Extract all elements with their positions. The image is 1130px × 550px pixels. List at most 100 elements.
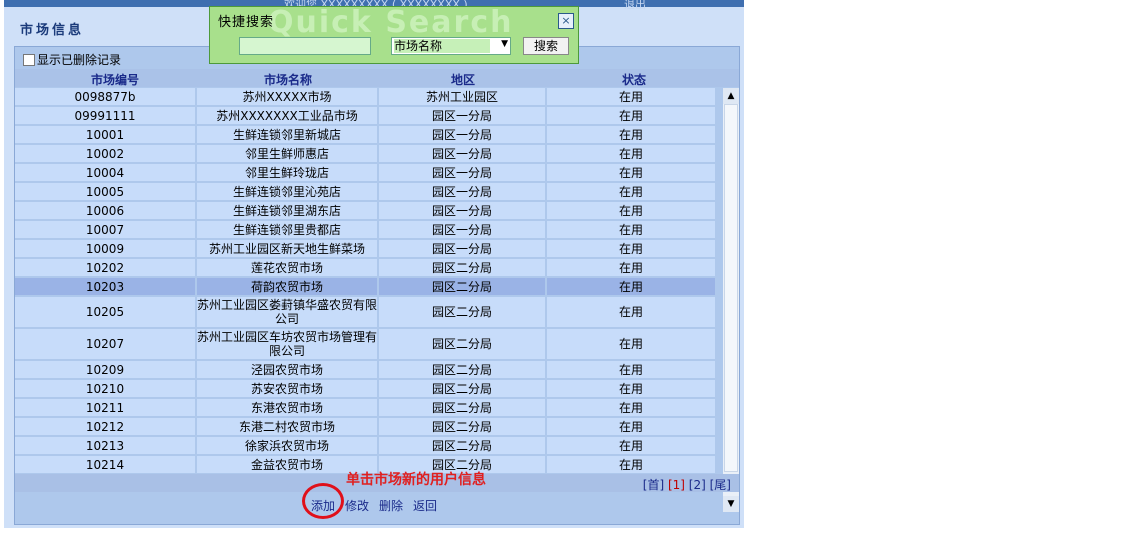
cell-market-id: 10212: [15, 418, 195, 435]
cell-status: 在用: [547, 329, 715, 359]
cell-status: 在用: [547, 418, 715, 435]
table-body: 0098877b 苏州XXXXX市场 苏州工业园区 在用 09991111 苏州XXXXX…: [15, 88, 723, 512]
logout-link[interactable]: 退出: [624, 0, 646, 12]
table-row[interactable]: 10202 莲花农贸市场 园区二分局 在用: [15, 259, 723, 276]
table-row[interactable]: 10209 泾园农贸市场 园区二分局 在用: [15, 361, 723, 378]
cell-market-id: 10211: [15, 399, 195, 416]
cell-status: 在用: [547, 221, 715, 238]
show-deleted-label: 显示已删除记录: [37, 53, 122, 67]
table-row[interactable]: 10005 生鲜连锁邻里沁苑店 园区一分局 在用: [15, 183, 723, 200]
table-header: 市场编号 市场名称 地区 状态: [15, 69, 739, 87]
cell-market-name: 苏安农贸市场: [197, 380, 377, 397]
cell-area: 苏州工业园区: [379, 88, 545, 105]
table-row[interactable]: 10213 徐家浜农贸市场 园区二分局 在用: [15, 437, 723, 454]
quick-search-watermark: Quick Search: [268, 5, 514, 40]
table-row[interactable]: 10004 邻里生鲜玲珑店 园区一分局 在用: [15, 164, 723, 181]
column-header-status[interactable]: 状态: [549, 71, 719, 88]
cell-area: 园区一分局: [379, 183, 545, 200]
table-row[interactable]: 10211 东港农贸市场 园区二分局 在用: [15, 399, 723, 416]
cell-area: 园区二分局: [379, 437, 545, 454]
cell-market-name: 邻里生鲜玲珑店: [197, 164, 377, 181]
cell-market-id: 10213: [15, 437, 195, 454]
quick-search-title: 快捷搜索: [218, 15, 275, 30]
cell-market-id: 10205: [15, 297, 195, 327]
pager-first[interactable]: [首]: [643, 478, 664, 492]
table-row[interactable]: 10009 苏州工业园区新天地生鲜菜场 园区一分局 在用: [15, 240, 723, 257]
cell-area: 园区一分局: [379, 202, 545, 219]
table-row[interactable]: 10205 苏州工业园区娄葑镇华盛农贸有限公司 园区二分局 在用: [15, 297, 723, 327]
scroll-down-arrow-icon[interactable]: ▼: [723, 496, 739, 512]
cell-status: 在用: [547, 202, 715, 219]
cell-market-name: 东港农贸市场: [197, 399, 377, 416]
cell-area: 园区二分局: [379, 380, 545, 397]
table-row[interactable]: 10006 生鲜连锁邻里湖东店 园区一分局 在用: [15, 202, 723, 219]
cell-market-id: 10007: [15, 221, 195, 238]
pager-page-1[interactable]: [1]: [668, 478, 685, 492]
cell-area: 园区二分局: [379, 418, 545, 435]
cell-market-name: 生鲜连锁邻里湖东店: [197, 202, 377, 219]
quick-search-dialog: Quick Search 快捷搜索 × 市场名称 ▼ 搜索: [209, 5, 579, 64]
cell-market-id: 10207: [15, 329, 195, 359]
cell-market-id: 10203: [15, 278, 195, 295]
quick-search-input[interactable]: [239, 37, 371, 55]
table-row[interactable]: 0098877b 苏州XXXXX市场 苏州工业园区 在用: [15, 88, 723, 105]
search-button[interactable]: 搜索: [523, 37, 569, 55]
cell-market-id: 09991111: [15, 107, 195, 124]
cell-market-id: 10209: [15, 361, 195, 378]
cell-status: 在用: [547, 259, 715, 276]
table-row[interactable]: 10212 东港二村农贸市场 园区二分局 在用: [15, 418, 723, 435]
table-row[interactable]: 10002 邻里生鲜师惠店 园区一分局 在用: [15, 145, 723, 162]
column-header-market-id[interactable]: 市场编号: [15, 71, 215, 88]
cell-status: 在用: [547, 278, 715, 295]
scroll-thumb[interactable]: [724, 104, 738, 472]
annotation-hint: 单击市场新的用户信息: [346, 472, 486, 488]
table-row[interactable]: 10007 生鲜连锁邻里贵都店 园区一分局 在用: [15, 221, 723, 238]
cell-area: 园区一分局: [379, 164, 545, 181]
cell-market-name: 苏州工业园区娄葑镇华盛农贸有限公司: [197, 297, 378, 327]
cell-status: 在用: [547, 126, 715, 143]
page-title: 市场信息: [20, 23, 85, 38]
pager-page-2[interactable]: [2]: [689, 478, 706, 492]
table-row[interactable]: 10001 生鲜连锁邻里新城店 园区一分局 在用: [15, 126, 723, 143]
table-row[interactable]: 10207 苏州工业园区车坊农贸市场管理有限公司 园区二分局 在用: [15, 329, 723, 359]
market-table-area: 显示已删除记录 市场编号 市场名称 地区 状态 0098877b 苏州XXXXX市…: [14, 46, 740, 525]
cell-area: 园区二分局: [379, 278, 545, 295]
cell-market-id: 10202: [15, 259, 195, 276]
close-icon[interactable]: ×: [558, 13, 574, 29]
table-row[interactable]: 10210 苏安农贸市场 园区二分局 在用: [15, 380, 723, 397]
cell-area: 园区二分局: [379, 329, 545, 359]
table-scrollbar[interactable]: ▲ ▼: [723, 88, 739, 512]
show-deleted-checkbox[interactable]: [23, 53, 35, 66]
cell-market-name: 苏州工业园区车坊农贸市场管理有限公司: [197, 329, 378, 359]
chevron-down-icon[interactable]: ▼: [501, 39, 508, 49]
column-header-area[interactable]: 地区: [379, 71, 547, 88]
delete-link[interactable]: 删除: [379, 497, 403, 514]
cell-status: 在用: [547, 380, 715, 397]
table-row[interactable]: 10203 荷韵农贸市场 园区二分局 在用: [15, 278, 723, 295]
cell-area: 园区一分局: [379, 126, 545, 143]
cell-market-id: 10214: [15, 456, 195, 473]
cell-status: 在用: [547, 437, 715, 454]
back-link[interactable]: 返回: [413, 497, 437, 514]
quick-search-field-select[interactable]: 市场名称 ▼: [391, 37, 511, 55]
cell-status: 在用: [547, 399, 715, 416]
edit-link[interactable]: 修改: [345, 497, 369, 514]
pager-last[interactable]: [尾]: [710, 478, 731, 492]
quick-search-field-value: 市场名称: [394, 39, 490, 53]
cell-market-name: 苏州XXXXXXX工业品市场: [197, 107, 377, 124]
cell-market-name: 邻里生鲜师惠店: [197, 145, 377, 162]
cell-status: 在用: [547, 240, 715, 257]
table-row[interactable]: 09991111 苏州XXXXXXX工业品市场 园区一分局 在用: [15, 107, 723, 124]
scroll-up-arrow-icon[interactable]: ▲: [723, 88, 739, 104]
show-deleted-toggle[interactable]: 显示已删除记录: [23, 51, 121, 68]
cell-area: 园区一分局: [379, 240, 545, 257]
cell-market-name: 生鲜连锁邻里沁苑店: [197, 183, 377, 200]
cell-status: 在用: [547, 456, 715, 473]
cell-market-name: 泾园农贸市场: [197, 361, 377, 378]
market-info-panel: 欢迎您 XXXXXXXXX ( XXXXXXXX ) 退出 市场信息 显示已删除…: [4, 0, 744, 528]
cell-market-id: 10210: [15, 380, 195, 397]
cell-market-id: 10006: [15, 202, 195, 219]
column-header-market-name[interactable]: 市场名称: [197, 71, 379, 88]
cell-market-name: 苏州工业园区新天地生鲜菜场: [197, 240, 377, 257]
cell-status: 在用: [547, 183, 715, 200]
